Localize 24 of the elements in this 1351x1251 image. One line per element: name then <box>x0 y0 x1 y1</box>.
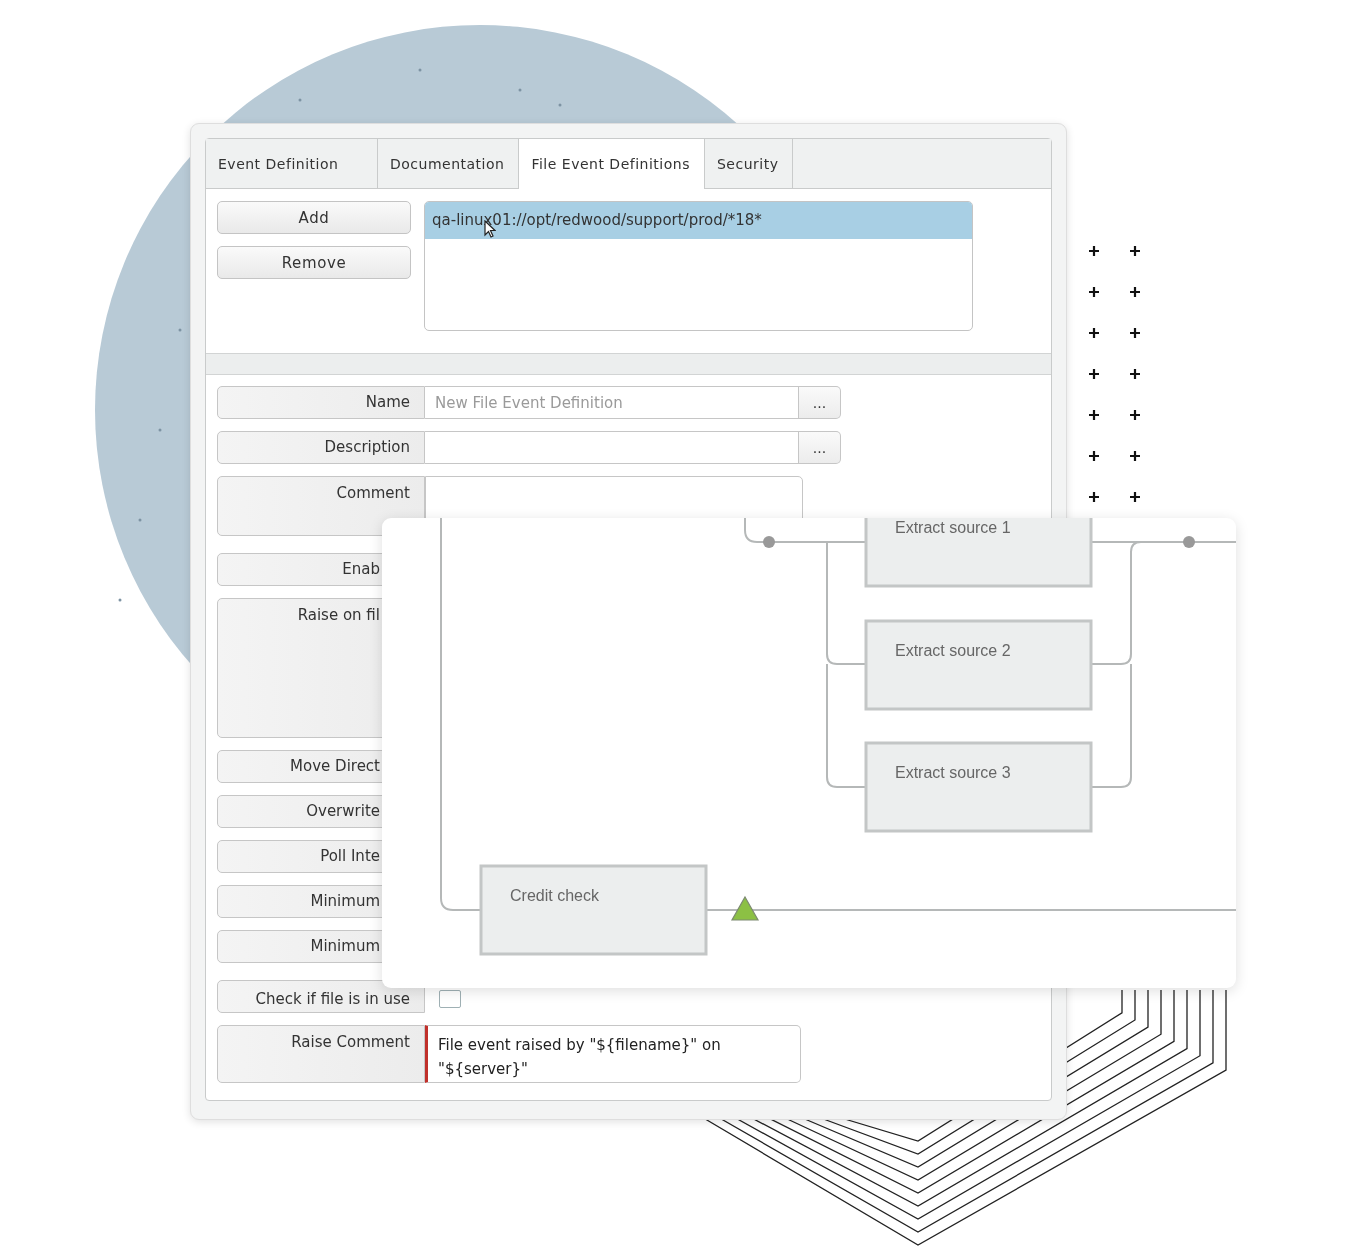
action-button[interactable]: Remove <box>217 246 411 279</box>
node-label: Extract source 1 <box>895 519 1011 536</box>
tab[interactable]: Security <box>704 139 794 188</box>
action-button[interactable]: Add <box>217 201 411 234</box>
junction-dot <box>1183 536 1195 548</box>
text-field[interactable] <box>425 431 799 464</box>
node-label: Credit check <box>510 887 599 904</box>
more-button[interactable]: ... <box>799 386 841 419</box>
junction-dot <box>763 536 775 548</box>
field-label: Name <box>217 386 425 419</box>
node-label: Extract source 2 <box>895 642 1011 659</box>
field-label: Comment <box>217 476 425 536</box>
text-field[interactable]: New File Event Definition <box>425 386 799 419</box>
field-label: Check if file is in use <box>217 980 425 1013</box>
node-label: Extract source 3 <box>895 764 1011 781</box>
raise-comment-field[interactable]: File event raised by "${filename}" on "${server}" <box>425 1025 801 1083</box>
field-label: Description <box>217 431 425 464</box>
list-item[interactable]: qa-linux01://opt/redwood/support/prod/*18* <box>425 202 972 239</box>
field-label: Raise Comment <box>217 1025 425 1083</box>
tab[interactable]: File Event Definitions <box>519 139 705 189</box>
checkbox[interactable] <box>439 990 461 1008</box>
more-button[interactable]: ... <box>799 431 841 464</box>
triangle-icon <box>730 895 760 921</box>
tab[interactable]: Event Definition <box>206 139 378 188</box>
